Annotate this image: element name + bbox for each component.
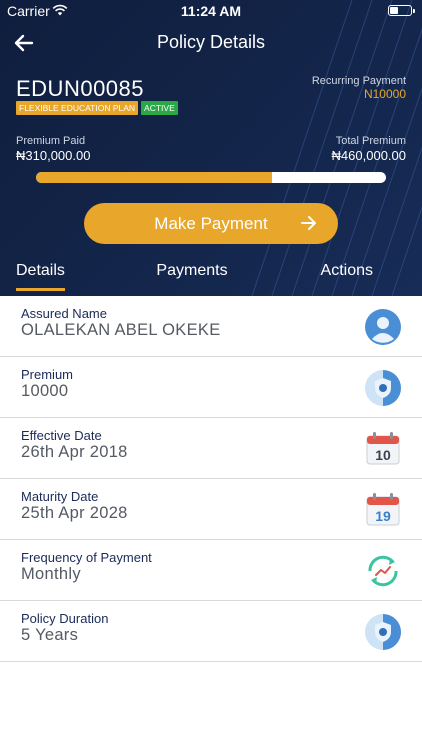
battery-icon (388, 5, 415, 16)
detail-row-maturity-date: Maturity Date 25th Apr 2028 19 (0, 479, 422, 540)
status-bar: Carrier 11:24 AM (0, 0, 422, 22)
arrow-right-icon (301, 216, 316, 230)
refresh-chart-icon (368, 555, 398, 587)
total-premium-value: ₦460,000.00 (331, 148, 406, 163)
detail-row-payment-frequency: Frequency of Payment Monthly (0, 540, 422, 601)
policy-number: EDUN00085 (16, 76, 145, 101)
detail-label: Premium (21, 367, 74, 382)
calendar-icon: 19 (366, 493, 400, 526)
detail-label: Maturity Date (21, 489, 99, 504)
shield-coin-icon (365, 614, 401, 650)
page-title: Policy Details (156, 32, 266, 52)
detail-label: Effective Date (21, 428, 102, 443)
detail-value: 25th Apr 2028 (21, 504, 128, 522)
payment-progress-bar (36, 172, 386, 183)
detail-value: Monthly (21, 565, 81, 583)
status-badge: ACTIVE (141, 101, 178, 115)
detail-value: 5 Years (21, 626, 79, 644)
recurring-payment-label: Recurring Payment (311, 75, 406, 87)
detail-value: OLALEKAN ABEL OKEKE (21, 321, 221, 339)
premium-paid-label: Premium Paid (16, 135, 86, 147)
clock: 11:24 AM (180, 3, 242, 19)
plan-badge: FLEXIBLE EDUCATION PLAN (16, 101, 139, 115)
policy-tags: FLEXIBLE EDUCATION PLAN ACTIVE (16, 101, 178, 115)
tab-actions[interactable]: Actions (321, 262, 373, 280)
details-list: Assured Name OLALEKAN ABEL OKEKE Premium… (0, 296, 422, 662)
detail-row-policy-duration: Policy Duration 5 Years (0, 601, 422, 662)
user-avatar-icon (365, 309, 401, 345)
detail-label: Assured Name (21, 306, 107, 321)
premium-paid-value: ₦310,000.00 (16, 148, 91, 163)
detail-row-assured-name: Assured Name OLALEKAN ABEL OKEKE (0, 296, 422, 357)
active-tab-indicator (16, 288, 65, 291)
detail-value: 26th Apr 2018 (21, 443, 128, 461)
shield-coin-icon (365, 370, 401, 406)
detail-value: 10000 (21, 382, 69, 400)
detail-row-effective-date: Effective Date 26th Apr 2018 10 (0, 418, 422, 479)
make-payment-button[interactable]: Make Payment (84, 203, 338, 244)
payment-progress-fill (36, 172, 272, 183)
detail-label: Frequency of Payment (21, 550, 152, 565)
total-premium-label: Total Premium (335, 135, 406, 147)
detail-label: Policy Duration (21, 611, 109, 626)
detail-row-premium: Premium 10000 (0, 357, 422, 418)
calendar-day-number: 10 (375, 447, 391, 463)
make-payment-label: Make Payment (154, 213, 268, 233)
recurring-payment-value: N10000 (363, 87, 406, 101)
calendar-day-number: 19 (375, 508, 391, 524)
calendar-icon: 10 (366, 432, 400, 465)
policy-header: Carrier 11:24 AM Policy Details EDUN0008… (0, 0, 422, 296)
tab-bar: Details Payments Actions (0, 262, 422, 292)
